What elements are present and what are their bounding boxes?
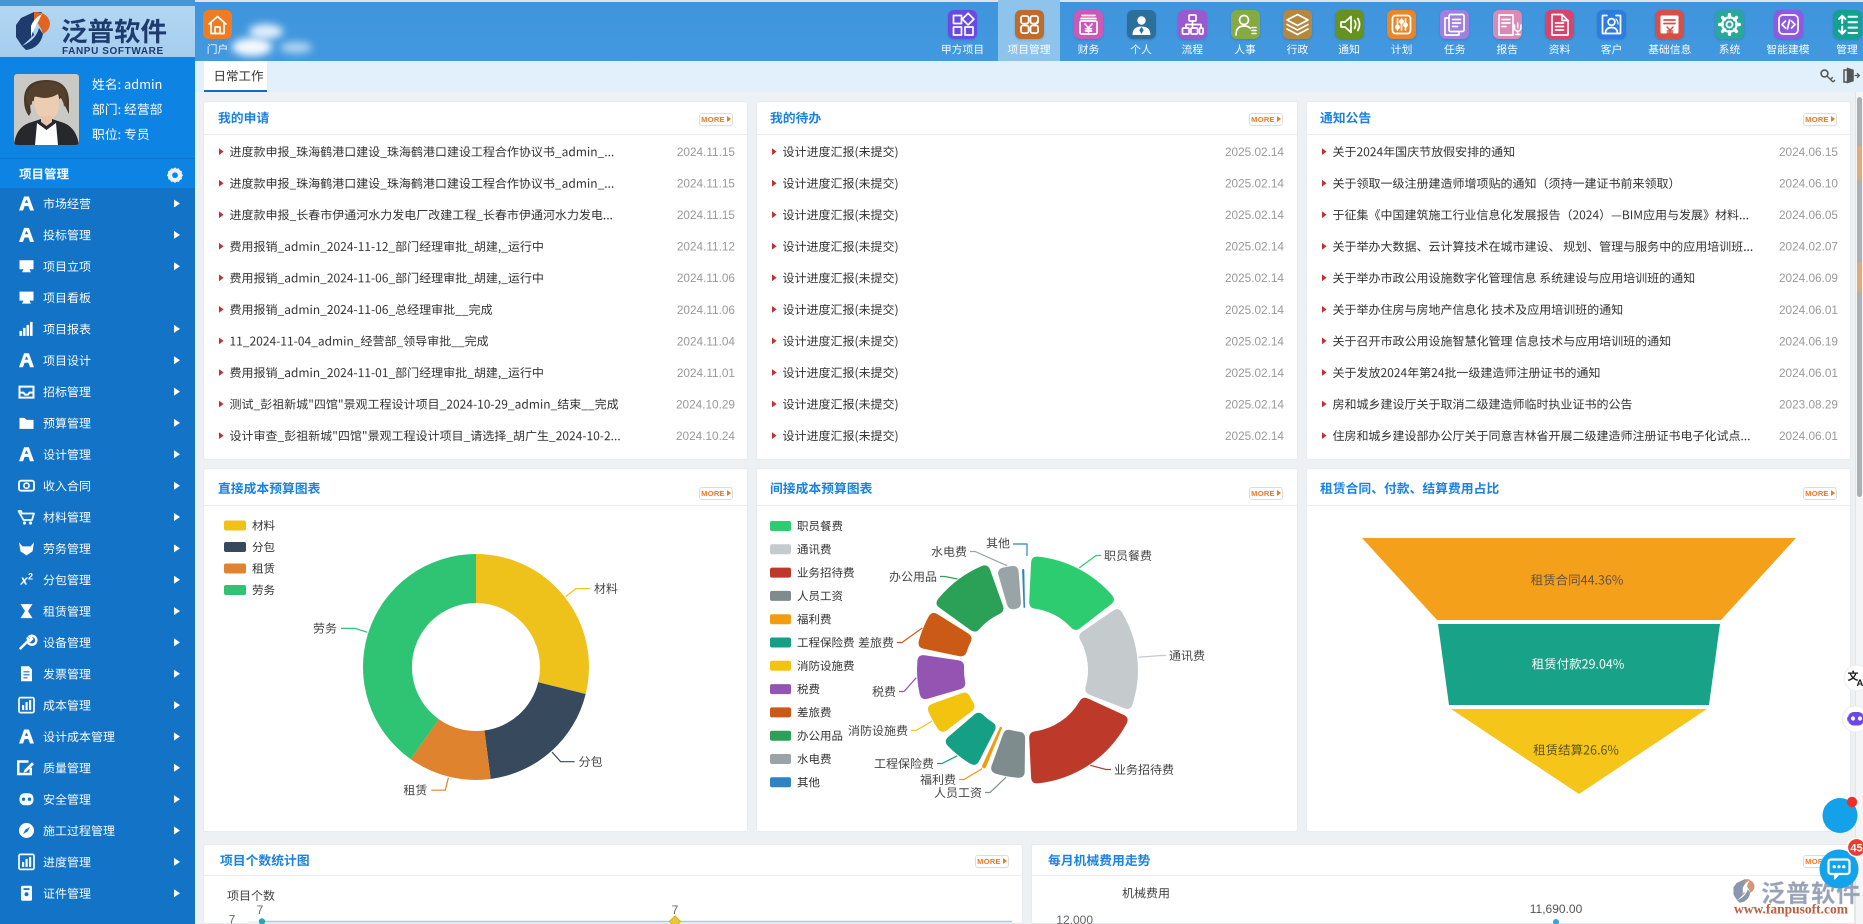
svg-text:2: 2 [28,572,33,582]
